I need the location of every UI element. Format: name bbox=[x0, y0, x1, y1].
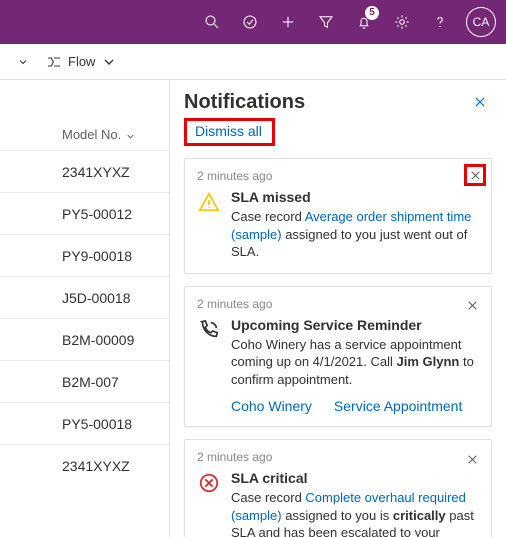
coho-winery-link[interactable]: Coho Winery bbox=[231, 398, 312, 414]
bell-icon[interactable]: 5 bbox=[346, 4, 382, 40]
service-appointment-link[interactable]: Service Appointment bbox=[334, 398, 462, 414]
notifications-panel: Notifications Dismiss all 2 minutes ago … bbox=[170, 80, 506, 537]
notification-card-service-reminder: 2 minutes ago Upcoming Service Reminder … bbox=[184, 286, 492, 428]
panel-close-button[interactable] bbox=[468, 90, 492, 114]
add-icon[interactable] bbox=[270, 4, 306, 40]
table-row[interactable]: PY9-00018 bbox=[0, 234, 169, 276]
flow-button[interactable]: Flow bbox=[46, 54, 117, 70]
grid-column: Model No. 2341XYXZ PY5-00012 PY9-00018 J… bbox=[0, 80, 170, 537]
dismiss-all-link[interactable]: Dismiss all bbox=[184, 118, 275, 146]
card-title: SLA missed bbox=[231, 189, 479, 205]
grid-header-label: Model No. bbox=[62, 127, 121, 142]
error-icon bbox=[197, 470, 221, 494]
table-row[interactable]: B2M-007 bbox=[0, 360, 169, 402]
card-text-pre: Case record bbox=[231, 209, 305, 224]
app-topbar: 5 CA bbox=[0, 0, 506, 44]
flow-label: Flow bbox=[68, 54, 95, 69]
card-text: Coho Winery has a service appointment co… bbox=[231, 336, 479, 389]
card-title: Upcoming Service Reminder bbox=[231, 317, 479, 333]
chevron-down-icon[interactable] bbox=[12, 56, 34, 68]
card-close-button[interactable] bbox=[461, 448, 483, 470]
notification-badge: 5 bbox=[365, 6, 379, 20]
grid-header-model-no[interactable]: Model No. bbox=[0, 80, 169, 150]
card-title: SLA critical bbox=[231, 470, 479, 486]
filter-icon[interactable] bbox=[308, 4, 344, 40]
panel-title: Notifications bbox=[184, 91, 305, 114]
avatar[interactable]: CA bbox=[466, 7, 496, 37]
card-timestamp: 2 minutes ago bbox=[197, 169, 479, 183]
table-row[interactable]: PY5-00012 bbox=[0, 192, 169, 234]
table-row[interactable]: 2341XYXZ bbox=[0, 150, 169, 192]
card-close-button[interactable] bbox=[464, 164, 486, 186]
card-text: Case record Complete overhaul required (… bbox=[231, 489, 479, 537]
task-checkmark-icon[interactable] bbox=[232, 4, 268, 40]
card-close-button[interactable] bbox=[461, 295, 483, 317]
card-bold: critically bbox=[393, 508, 446, 523]
table-row[interactable]: J5D-00018 bbox=[0, 276, 169, 318]
card-bold: Jim Glynn bbox=[397, 354, 460, 369]
command-bar: Flow bbox=[0, 44, 506, 80]
phone-icon bbox=[197, 317, 221, 341]
card-timestamp: 2 minutes ago bbox=[197, 297, 479, 311]
table-row[interactable]: PY5-00018 bbox=[0, 402, 169, 444]
search-icon[interactable] bbox=[194, 4, 230, 40]
table-row[interactable]: B2M-00009 bbox=[0, 318, 169, 360]
card-text: Case record Average order shipment time … bbox=[231, 208, 479, 261]
help-icon[interactable] bbox=[422, 4, 458, 40]
gear-icon[interactable] bbox=[384, 4, 420, 40]
card-text-mid: assigned to you is bbox=[282, 508, 393, 523]
card-text-pre: Case record bbox=[231, 490, 305, 505]
warning-icon bbox=[197, 189, 221, 213]
table-row[interactable]: 2341XYXZ bbox=[0, 444, 169, 486]
notification-card-sla-missed: 2 minutes ago SLA missed Case record Ave… bbox=[184, 158, 492, 274]
content-area: Model No. 2341XYXZ PY5-00012 PY9-00018 J… bbox=[0, 80, 506, 537]
notification-card-sla-critical: 2 minutes ago SLA critical Case record C… bbox=[184, 439, 492, 537]
card-timestamp: 2 minutes ago bbox=[197, 450, 479, 464]
